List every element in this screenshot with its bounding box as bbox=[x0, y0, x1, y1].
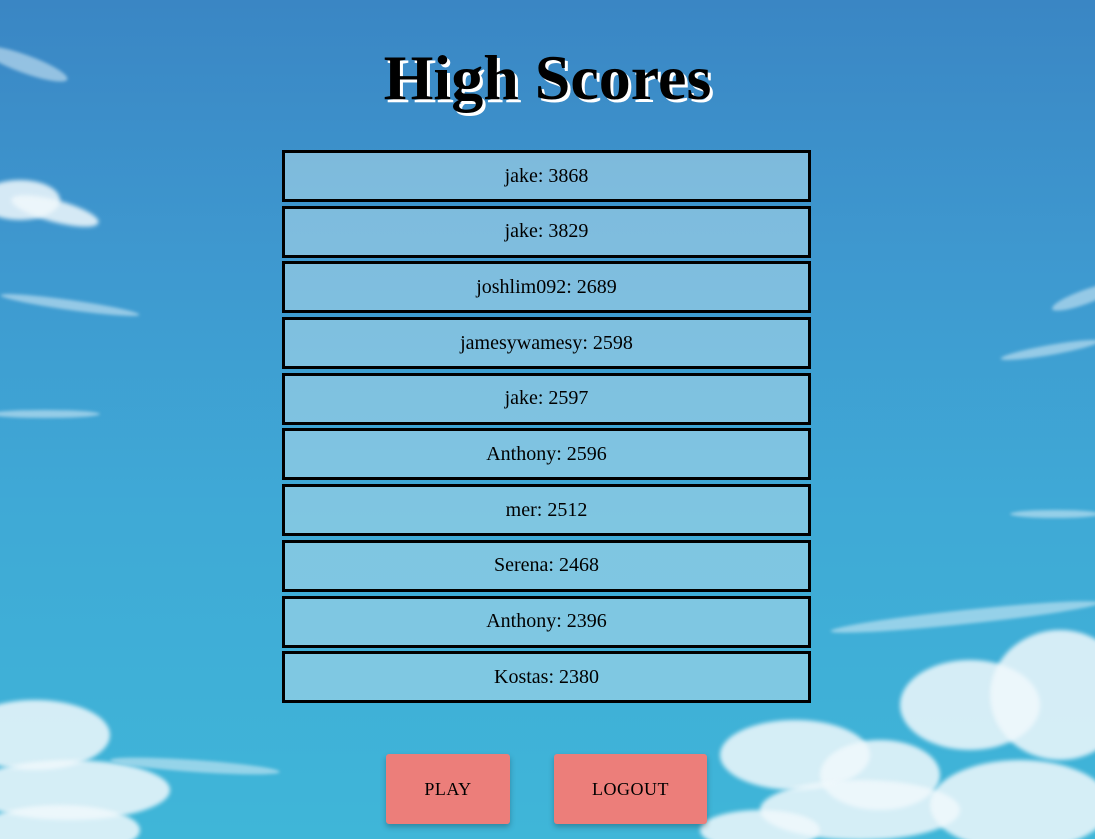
score-row: Serena: 2468 bbox=[282, 539, 811, 592]
score-row: jake: 2597 bbox=[282, 372, 811, 425]
score-row: jake: 3868 bbox=[282, 150, 811, 202]
page-title: High Scores bbox=[383, 42, 712, 113]
score-row: jamesywamesy: 2598 bbox=[282, 317, 811, 370]
scores-list: jake: 3868 jake: 3829 joshlim092: 2689 j… bbox=[282, 150, 811, 707]
score-row: mer: 2512 bbox=[282, 484, 811, 537]
score-row: Anthony: 2596 bbox=[282, 428, 811, 481]
score-row: joshlim092: 2689 bbox=[282, 261, 811, 314]
score-row: Anthony: 2396 bbox=[282, 595, 811, 648]
logout-button[interactable]: LOGOUT bbox=[554, 754, 707, 824]
play-button[interactable]: PLAY bbox=[386, 754, 510, 824]
score-row: Kostas: 2380 bbox=[282, 651, 811, 704]
score-row: jake: 3829 bbox=[282, 205, 811, 258]
